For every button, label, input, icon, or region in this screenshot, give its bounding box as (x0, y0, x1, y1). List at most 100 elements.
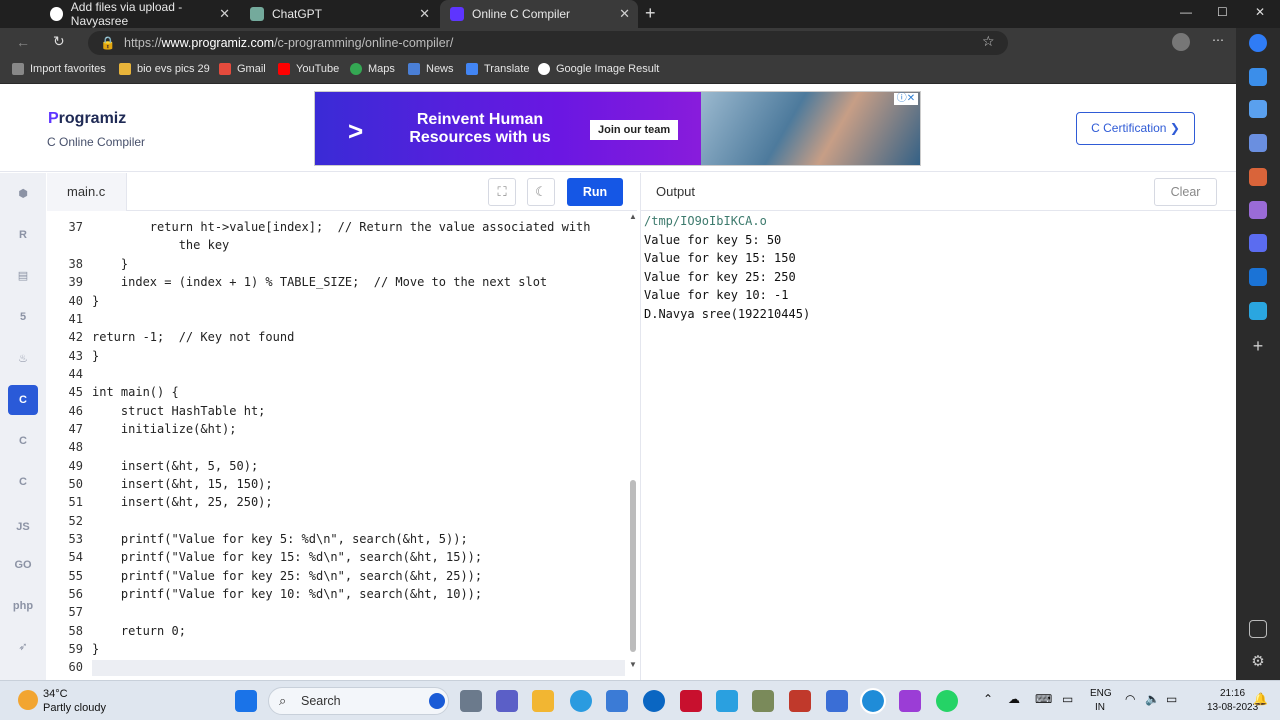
clear-button[interactable]: Clear (1154, 178, 1217, 206)
code-line[interactable]: return -1; // Key not found (92, 330, 294, 344)
code-line[interactable]: insert(&ht, 5, 50); (92, 459, 258, 473)
back-icon[interactable]: ← (16, 34, 30, 50)
onedrive-icon[interactable]: ☁ (1008, 692, 1020, 706)
battery-icon[interactable]: ▭ (1166, 692, 1177, 706)
code-line[interactable]: printf("Value for key 25: %d\n", search(… (92, 569, 482, 583)
add-icon[interactable]: + (1249, 337, 1267, 355)
notepad-icon[interactable] (606, 690, 628, 712)
calendar-app-icon[interactable] (789, 690, 811, 712)
fav-maps[interactable]: Maps (350, 63, 395, 75)
chrome-icon[interactable] (570, 690, 592, 712)
panel-divider[interactable] (640, 173, 641, 680)
swift-icon[interactable]: ➶ (8, 632, 38, 662)
tab-github[interactable]: Add files via upload - Navyasree ✕ (40, 0, 238, 28)
sidebar-layout-icon[interactable] (1249, 620, 1267, 638)
search-icon[interactable] (1249, 100, 1267, 118)
volume-icon[interactable]: 🔈 (1145, 692, 1160, 706)
language-bottom[interactable]: IN (1095, 702, 1105, 713)
java-icon[interactable]: ♨ (8, 344, 38, 374)
taskbar-search[interactable]: ⌕ Search (268, 687, 449, 715)
code-line[interactable]: } (92, 349, 99, 363)
code-line[interactable]: initialize(&ht); (92, 422, 237, 436)
scroll-up-icon[interactable]: ▲ (629, 212, 637, 221)
c-certification-button[interactable]: C Certification ❯ (1076, 112, 1195, 145)
chevron-up-icon[interactable]: ⌃ (983, 692, 993, 706)
favorite-star-icon[interactable]: ☆ (982, 33, 995, 50)
code-line[interactable]: insert(&ht, 15, 150); (92, 477, 273, 491)
tools-icon[interactable] (1249, 168, 1267, 186)
profile-avatar[interactable] (1172, 33, 1190, 51)
tab-chatgpt[interactable]: ChatGPT ✕ (240, 0, 438, 28)
edge-browser-icon[interactable] (860, 688, 886, 714)
cpp-icon[interactable]: C (8, 426, 38, 456)
refresh-icon[interactable]: ↻ (53, 33, 65, 50)
close-icon[interactable]: ✕ (419, 6, 430, 22)
c-language-icon[interactable]: C (8, 385, 38, 415)
edge-dev-icon[interactable] (643, 690, 665, 712)
editor-scrollbar[interactable]: ▲ ▼ (627, 212, 639, 672)
code-line[interactable]: return ht->value[index]; // Return the v… (92, 220, 591, 234)
fav-youtube[interactable]: YouTube (278, 63, 339, 75)
close-icon[interactable]: ✕ (219, 6, 230, 22)
code-line[interactable]: return 0; (92, 624, 186, 638)
display-icon[interactable]: ▭ (1062, 692, 1073, 706)
dark-mode-icon[interactable]: ☾ (527, 178, 555, 206)
advertisement-banner[interactable]: > Reinvent Human Resources with us Join … (314, 91, 921, 166)
file-explorer-icon[interactable] (532, 690, 554, 712)
fav-translate[interactable]: Translate (466, 63, 529, 75)
windows-start-icon[interactable] (235, 690, 257, 712)
store-icon[interactable] (826, 690, 848, 712)
url-field[interactable]: 🔒 https://www.programiz.com/c-programming… (88, 31, 1008, 55)
drop-icon[interactable] (1249, 302, 1267, 320)
code-line[interactable]: int main() { (92, 385, 179, 399)
code-line[interactable]: } (92, 642, 99, 656)
office-icon[interactable] (1249, 234, 1267, 252)
notification-icon[interactable] (1249, 68, 1267, 86)
run-button[interactable]: Run (567, 178, 623, 206)
code-line[interactable]: index = (index + 1) % TABLE_SIZE; // Mov… (92, 275, 547, 289)
clock-date[interactable]: 13-08-2023 (1207, 702, 1258, 713)
go-icon[interactable]: GO (8, 550, 38, 580)
fav-gmail[interactable]: Gmail (219, 63, 266, 75)
language-top[interactable]: ENG (1090, 688, 1112, 699)
tab-online-c-compiler[interactable]: Online C Compiler ✕ (440, 0, 638, 28)
mcafee-icon[interactable] (680, 690, 702, 712)
app-icon[interactable] (752, 690, 774, 712)
keyboard-icon[interactable]: ⌨ (1035, 692, 1052, 706)
teams-icon[interactable] (496, 690, 518, 712)
new-tab-icon[interactable]: + (645, 3, 656, 24)
html5-icon[interactable]: 5 (8, 302, 38, 332)
minimize-icon[interactable]: — (1180, 5, 1192, 19)
bing-icon[interactable] (1249, 34, 1267, 52)
php-icon[interactable]: php (8, 591, 38, 621)
task-view-icon[interactable] (460, 690, 482, 712)
code-editor[interactable]: 37 return ht->value[index]; // Return th… (47, 212, 627, 676)
code-line[interactable]: printf("Value for key 5: %d\n", search(&… (92, 532, 468, 546)
scroll-thumb[interactable] (630, 480, 636, 652)
fav-google-image[interactable]: Google Image Result (538, 63, 659, 75)
code-line[interactable]: } (92, 257, 128, 271)
fav-folder[interactable]: bio evs pics 29 (119, 63, 210, 75)
code-line[interactable] (92, 660, 625, 676)
python-icon[interactable]: ⬢ (8, 179, 38, 209)
maximize-icon[interactable]: ☐ (1217, 5, 1228, 19)
notes-icon[interactable] (716, 690, 738, 712)
games-icon[interactable] (1249, 201, 1267, 219)
file-tab-main-c[interactable]: main.c (47, 173, 127, 211)
close-icon[interactable]: ✕ (619, 6, 630, 22)
ad-join-button[interactable]: Join our team (590, 120, 679, 140)
programiz-logo[interactable]: Programiz (48, 110, 126, 128)
code-line[interactable]: printf("Value for key 15: %d\n", search(… (92, 550, 482, 564)
scroll-down-icon[interactable]: ▼ (629, 660, 637, 669)
code-line[interactable]: insert(&ht, 25, 250); (92, 495, 273, 509)
outlook-icon[interactable] (1249, 268, 1267, 286)
whatsapp-icon[interactable] (936, 690, 958, 712)
window-close-icon[interactable]: ✕ (1255, 5, 1265, 19)
clock-time[interactable]: 21:16 (1220, 688, 1245, 699)
javascript-icon[interactable]: JS (8, 512, 38, 542)
wifi-icon[interactable]: ◠ (1125, 692, 1135, 706)
more-menu-icon[interactable]: ⋯ (1212, 33, 1224, 47)
code-line[interactable]: the key (92, 238, 230, 252)
ad-close-icon[interactable]: ⓘ✕ (894, 93, 918, 105)
fullscreen-icon[interactable]: ⛶ (488, 178, 516, 206)
